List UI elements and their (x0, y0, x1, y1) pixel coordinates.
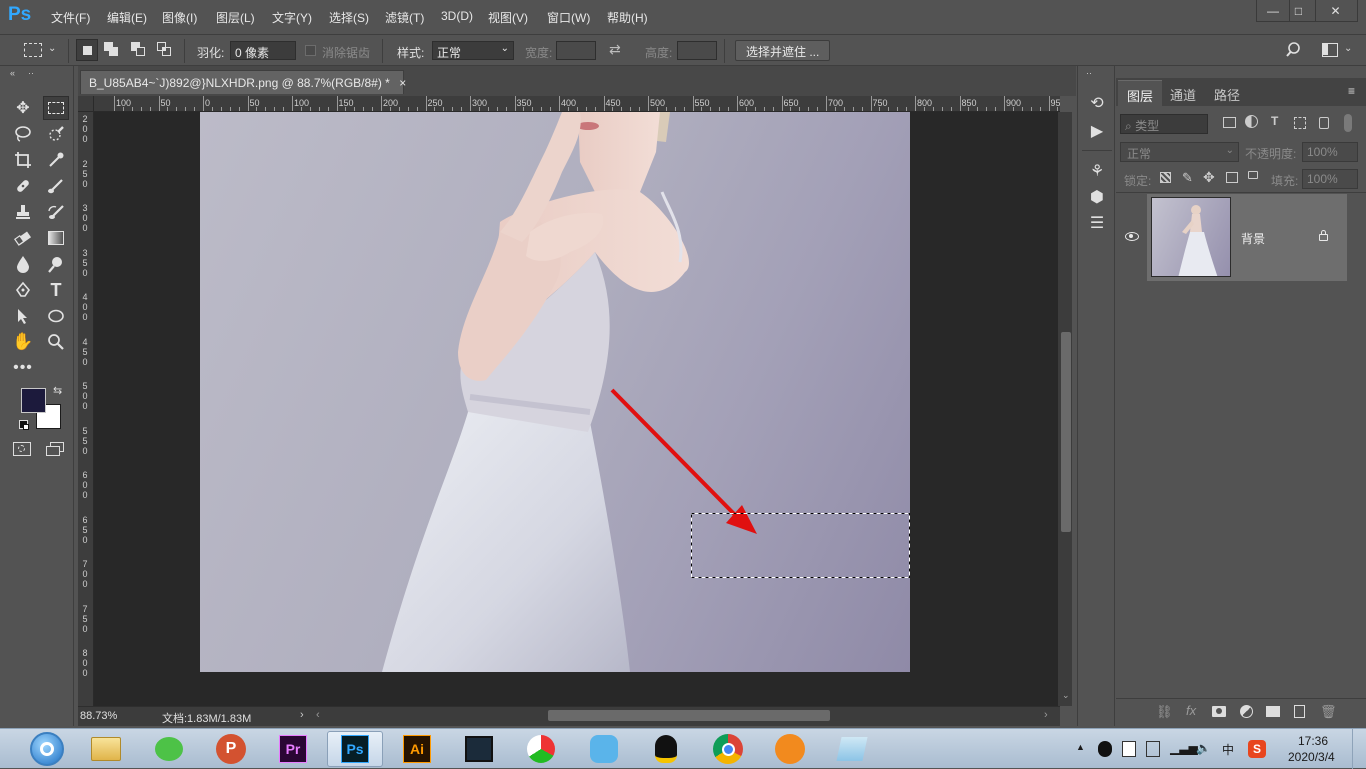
clock-time[interactable]: 17:36 (1298, 734, 1328, 748)
layers-panel: 图层 通道 路径 ≡ ⌕ 类型 T 正常 ⌄ 不透明度: 100% 锁定: ✎ … (1116, 66, 1366, 726)
lock-label: 锁定: (1124, 174, 1152, 188)
link-layers-icon[interactable]: ⛓ (1156, 704, 1173, 720)
scroll-down-icon[interactable]: ⌄ (1062, 690, 1070, 701)
divider (1082, 150, 1112, 151)
history-panel-icon[interactable]: ⟲ (1086, 92, 1108, 114)
taskbar-photoshop-icon[interactable]: Ps (327, 731, 383, 767)
taskbar-qq-icon[interactable] (638, 731, 694, 767)
add-mask-icon[interactable] (1212, 706, 1226, 717)
layer-filter-value: 类型 (1135, 119, 1160, 133)
blend-mode-select[interactable]: 正常 ⌄ (1120, 142, 1239, 162)
lock-icon (1319, 230, 1328, 241)
tray-qq-icon[interactable] (1098, 741, 1112, 757)
fx-icon[interactable]: fx (1186, 703, 1196, 718)
filter-toggle[interactable] (1344, 114, 1352, 132)
taskbar-browser-icon[interactable] (513, 731, 569, 767)
clock-date[interactable]: 2020/3/4 (1288, 750, 1335, 764)
layer-name[interactable]: 背景 (1241, 230, 1265, 247)
new-group-icon[interactable] (1266, 706, 1280, 717)
layer-thumbnail (1151, 197, 1231, 277)
lock-image-icon[interactable]: ✎ (1182, 170, 1193, 186)
opacity-input[interactable]: 100% (1302, 142, 1358, 162)
brush-settings-icon[interactable]: ⚘ (1086, 160, 1108, 182)
taskbar-video-editor-icon[interactable] (451, 731, 507, 767)
tray-expand-icon[interactable]: ▲ (1076, 742, 1085, 752)
taskbar-chrome-icon[interactable] (700, 731, 756, 767)
layer-filter-select[interactable]: ⌕ 类型 (1120, 114, 1208, 134)
actions-panel-icon[interactable]: ▶ (1086, 120, 1108, 142)
search-icon: ⌕ (1125, 119, 1132, 133)
tab-layers[interactable]: 图层 (1118, 80, 1163, 106)
fill-value: 100% (1307, 172, 1338, 186)
windows-taskbar: P Pr Ps Ai ▲ ▁▃▅ 🔈 中 S 17:36 2020/3/4 (0, 728, 1366, 769)
3d-panel-icon[interactable]: ⬢ (1086, 186, 1108, 208)
tray-signal-icon[interactable]: ▁▃▅ (1170, 741, 1198, 755)
panel-grip-icon: ·· (1086, 68, 1092, 78)
layers-bottom-bar: ⛓ fx 🗑 (1116, 698, 1366, 726)
show-desktop-button[interactable] (1352, 729, 1366, 769)
opacity-label: 不透明度: (1245, 147, 1297, 161)
new-layer-icon[interactable] (1294, 705, 1305, 718)
taskbar-explorer-icon[interactable] (78, 731, 134, 767)
fill-input[interactable]: 100% (1302, 169, 1358, 189)
fill-label: 填充: (1271, 174, 1299, 188)
opacity-value: 100% (1307, 145, 1338, 159)
layer-row[interactable]: 背景 (1117, 194, 1347, 281)
taskbar-premiere-icon[interactable]: Pr (265, 731, 321, 767)
filter-pixel-icon[interactable] (1223, 117, 1236, 128)
annotation-arrow-shaft (610, 388, 742, 522)
lock-all-icon[interactable] (1248, 171, 1258, 179)
tray-ime-indicator[interactable]: 中 (1222, 741, 1234, 758)
tab-channels[interactable]: 通道 (1161, 80, 1205, 106)
scroll-right-icon[interactable]: › (1044, 709, 1048, 721)
status-menu-icon[interactable]: › (300, 709, 304, 721)
filter-smart-object-icon[interactable] (1319, 117, 1329, 129)
panel-menu-icon[interactable]: ≡ (1348, 84, 1355, 98)
filter-shape-icon[interactable] (1294, 117, 1306, 129)
adjustments-panel-icon[interactable]: ☰ (1086, 212, 1108, 234)
document-size: 文档:1.83M/1.83M (162, 713, 252, 725)
taskbar-app2-icon[interactable] (762, 731, 818, 767)
divider (1116, 192, 1366, 193)
zoom-level[interactable]: 88.73% (80, 710, 117, 722)
lock-transparent-icon[interactable] (1160, 172, 1171, 183)
taskbar-wechat-icon[interactable] (141, 731, 197, 767)
taskbar-illustrator-icon[interactable]: Ai (389, 731, 445, 767)
tray-device-icon[interactable] (1146, 741, 1160, 757)
tab-paths[interactable]: 路径 (1205, 80, 1249, 106)
filter-type-icon[interactable]: T (1271, 114, 1278, 128)
selection-marquee (691, 513, 910, 578)
selection-marquee-alt (691, 513, 910, 578)
vertical-scroll-thumb[interactable] (1061, 332, 1071, 532)
eye-icon[interactable] (1125, 232, 1139, 241)
filter-adjustment-icon[interactable] (1245, 115, 1258, 128)
scroll-left-icon[interactable]: ‹ (316, 709, 320, 721)
taskbar-powerpoint-icon[interactable]: P (203, 731, 259, 767)
thumbnail-image (1178, 205, 1218, 276)
tray-network-icon[interactable] (1122, 741, 1136, 757)
start-button-icon[interactable] (30, 732, 64, 766)
collapsed-panels-dock: ·· ⟲ ▶ ⚘ ⬢ ☰ (1077, 66, 1115, 726)
blend-mode-value: 正常 (1127, 147, 1152, 161)
tray-sogou-icon[interactable]: S (1248, 740, 1266, 758)
lock-artboard-icon[interactable] (1226, 172, 1238, 183)
trash-icon[interactable]: 🗑 (1320, 704, 1337, 720)
lock-position-icon[interactable]: ✥ (1203, 169, 1215, 186)
tray-volume-icon[interactable]: 🔈 (1196, 741, 1211, 755)
adjustment-layer-icon[interactable] (1240, 705, 1253, 718)
taskbar-app-icon[interactable] (576, 731, 632, 767)
taskbar-notes-icon[interactable] (824, 731, 880, 767)
chevron-down-icon: ⌄ (1225, 145, 1234, 156)
horizontal-scroll-thumb[interactable] (548, 710, 830, 721)
